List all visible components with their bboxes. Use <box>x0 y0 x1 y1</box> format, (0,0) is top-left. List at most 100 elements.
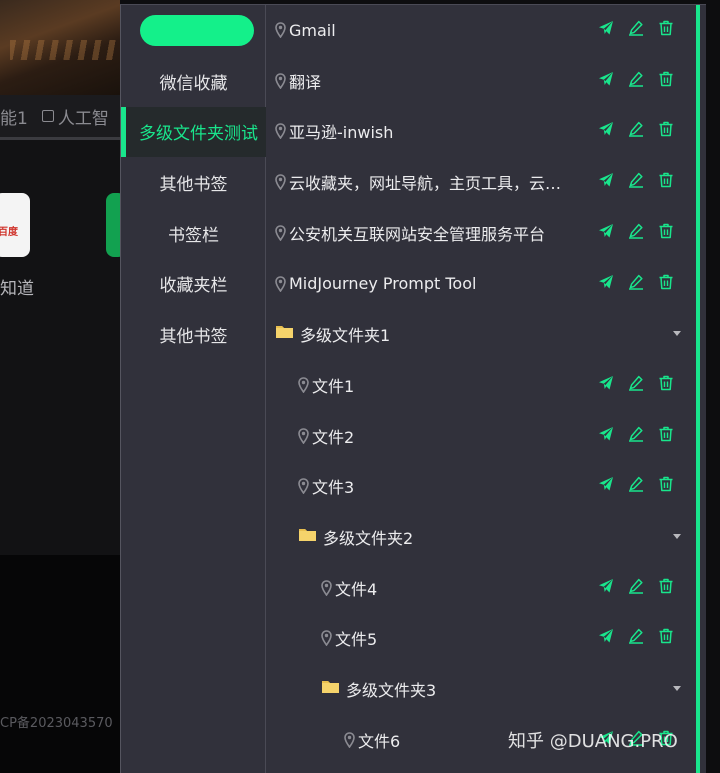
bookmark-row[interactable]: 云收藏夹，网址导航，主页工具，云书签 <box>267 157 699 207</box>
sidebar-item[interactable]: 其他书签 <box>121 157 266 207</box>
folder-name: 多级文件夹1 <box>300 326 391 346</box>
folder-name: 多级文件夹2 <box>323 529 414 548</box>
folder-sidebar: 微信收藏 多级文件夹测试 其他书签 书签栏 收藏夹栏 其他书签 <box>121 5 266 773</box>
folder-row[interactable]: 多级文件夹1 <box>267 309 699 359</box>
app-tile[interactable] <box>106 193 120 257</box>
send-icon[interactable] <box>598 476 614 492</box>
map-pin-icon <box>275 275 286 292</box>
bookmark-actions <box>598 426 674 442</box>
sidebar-item[interactable]: 书签栏 <box>121 208 266 258</box>
map-pin-icon <box>275 224 286 242</box>
trash-icon[interactable] <box>658 578 674 594</box>
trash-icon[interactable] <box>658 375 674 391</box>
edit-icon[interactable] <box>628 375 644 391</box>
background-page: 能1 人工智 百度 知道 CP备2023043570 <box>0 0 120 773</box>
send-icon[interactable] <box>598 223 614 239</box>
edit-icon[interactable] <box>628 223 644 239</box>
send-icon[interactable] <box>598 375 614 391</box>
bookmark-panel: 微信收藏 多级文件夹测试 其他书签 书签栏 收藏夹栏 其他书签 Gmail 翻译 亚马逊-in… <box>120 4 706 773</box>
bookmark-row[interactable]: 文件5 <box>267 613 699 663</box>
folder-name: 多级文件夹3 <box>346 681 437 701</box>
trash-icon[interactable] <box>658 476 674 492</box>
map-pin-icon <box>275 174 286 191</box>
bookmark-actions <box>598 20 674 36</box>
bookmark-name: 公安机关互联网站安全管理服务平台 <box>289 224 546 244</box>
baidu-tile[interactable]: 百度 <box>0 193 30 257</box>
map-pin-icon <box>321 579 332 597</box>
background-banner-image <box>0 0 120 95</box>
caret-down-icon[interactable] <box>673 686 681 692</box>
send-icon[interactable] <box>598 20 614 36</box>
trash-icon[interactable] <box>658 223 674 239</box>
folder-row[interactable]: 多级文件夹2 <box>267 512 699 562</box>
edit-icon[interactable] <box>628 20 644 36</box>
bookmark-name: Gmail <box>289 20 336 40</box>
send-icon[interactable] <box>598 172 614 188</box>
scrollbar[interactable] <box>696 5 700 773</box>
edit-icon[interactable] <box>628 172 644 188</box>
sidebar-item[interactable]: 微信收藏 <box>121 56 266 106</box>
background-tab[interactable]: 人工智 <box>41 104 109 129</box>
map-pin-icon <box>344 731 355 749</box>
background-footer-icp: CP备2023043570 <box>0 716 113 731</box>
add-folder-button[interactable] <box>140 15 254 46</box>
trash-icon[interactable] <box>658 20 674 36</box>
watermark-text: 知乎 @DUANG.PRO <box>508 731 678 752</box>
trash-icon[interactable] <box>658 121 674 137</box>
send-icon[interactable] <box>598 578 614 594</box>
trash-icon[interactable] <box>658 172 674 188</box>
bookmark-name: MidJourney Prompt Tool <box>289 274 477 293</box>
bookmark-actions <box>598 71 674 87</box>
folder-row[interactable]: 多级文件夹3 <box>267 664 699 714</box>
edit-icon[interactable] <box>628 121 644 138</box>
bookmark-row[interactable]: 翻译 <box>267 56 699 106</box>
trash-icon[interactable] <box>658 628 674 644</box>
bookmark-row[interactable]: MidJourney Prompt Tool <box>267 259 699 309</box>
trash-icon[interactable] <box>658 274 674 290</box>
bookmark-row[interactable]: 文件1 <box>267 360 699 410</box>
bookmark-actions <box>598 274 674 290</box>
bookmark-name: 文件4 <box>335 579 378 599</box>
background-tab[interactable]: 能1 <box>0 104 28 129</box>
bookmark-actions <box>598 172 674 188</box>
watermark: 知乎 @DUANG.PRO <box>508 727 678 753</box>
map-pin-icon <box>298 377 309 394</box>
bookmark-row[interactable]: 文件2 <box>267 411 699 461</box>
map-pin-icon <box>298 427 309 444</box>
bookmark-actions <box>598 223 674 239</box>
map-pin-icon <box>321 630 332 647</box>
bookmark-row[interactable]: 文件4 <box>267 563 699 613</box>
bookmark-list: Gmail 翻译 亚马逊-inwish 云收藏夹，网址导航，主页工具，云书签公安机关互… <box>267 5 699 773</box>
bookmark-name: 文件5 <box>335 630 378 650</box>
send-icon[interactable] <box>598 426 614 442</box>
trash-icon[interactable] <box>658 71 674 87</box>
map-pin-icon <box>275 72 286 90</box>
map-pin-icon <box>275 123 286 140</box>
sidebar-item[interactable]: 多级文件夹测试 <box>121 106 266 157</box>
bookmark-actions <box>598 476 674 493</box>
edit-icon[interactable] <box>628 628 644 645</box>
edit-icon[interactable] <box>628 476 644 493</box>
bookmark-actions <box>598 578 674 594</box>
bookmark-row[interactable]: 文件3 <box>267 461 699 511</box>
baidu-logo: 百度 <box>0 227 18 238</box>
edit-icon[interactable] <box>628 578 644 594</box>
trash-icon[interactable] <box>658 426 674 442</box>
send-icon[interactable] <box>598 71 614 87</box>
caret-down-icon[interactable] <box>673 534 681 539</box>
caret-down-icon[interactable] <box>673 331 681 337</box>
sidebar-item[interactable]: 收藏夹栏 <box>121 259 266 309</box>
send-icon[interactable] <box>598 274 614 290</box>
bookmark-name: 文件3 <box>312 478 355 498</box>
edit-icon[interactable] <box>628 274 644 290</box>
bookmark-row[interactable]: 公安机关互联网站安全管理服务平台 <box>267 208 699 258</box>
edit-icon[interactable] <box>628 426 644 442</box>
sidebar-item[interactable]: 其他书签 <box>121 310 266 360</box>
send-icon[interactable] <box>598 628 614 644</box>
bookmark-row[interactable]: 亚马逊-inwish <box>267 106 699 156</box>
map-pin-icon <box>298 478 309 495</box>
bookmark-name: 文件1 <box>312 376 355 396</box>
bookmark-row[interactable]: Gmail <box>267 5 699 55</box>
edit-icon[interactable] <box>628 71 644 87</box>
send-icon[interactable] <box>598 121 614 137</box>
